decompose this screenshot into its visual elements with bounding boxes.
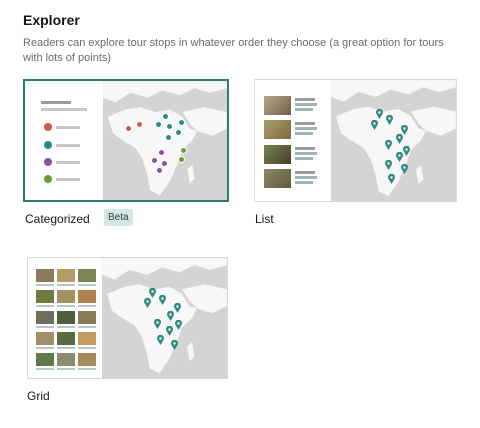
map-marker	[178, 119, 185, 126]
list-thumbnail	[264, 96, 291, 115]
map-marker	[166, 123, 173, 130]
map-marker	[151, 157, 158, 164]
map-pin-icon	[175, 320, 182, 330]
map-pin-icon	[154, 319, 161, 329]
grid-thumbnail	[78, 332, 96, 345]
map-marker	[178, 156, 185, 163]
map-pin-icon	[386, 115, 393, 125]
map-pin-icon	[149, 288, 156, 298]
grid-thumbnail	[78, 353, 96, 366]
map-preview	[103, 81, 227, 200]
grid-thumbnail	[78, 311, 96, 324]
layout-option-list[interactable]	[254, 79, 457, 202]
list-panel	[255, 80, 330, 201]
map-pin-icon	[385, 140, 392, 150]
grid-thumbnail	[78, 290, 96, 303]
grid-thumbnail	[78, 269, 96, 282]
map-pin-icon	[174, 303, 181, 313]
grid-thumbnail	[57, 332, 75, 345]
map-marker	[161, 160, 168, 167]
map-marker	[156, 167, 163, 174]
grid-thumbnail	[57, 311, 75, 324]
option-label-list: List	[255, 212, 274, 226]
map-pin-icon	[403, 146, 410, 156]
grid-thumbnail	[36, 311, 54, 324]
map-pin-icon	[385, 160, 392, 170]
list-thumbnail	[264, 169, 291, 188]
map-pin-icon	[401, 164, 408, 174]
map-pin-icon	[166, 326, 173, 336]
map-pin-icon	[396, 134, 403, 144]
grid-thumbnail	[36, 269, 54, 282]
map-marker	[125, 125, 132, 132]
map-pin-icon	[144, 298, 151, 308]
map-marker	[136, 121, 143, 128]
grid-thumbnail	[57, 353, 75, 366]
beta-badge: Beta	[104, 209, 133, 226]
section-description: Readers can explore tour stops in whatev…	[23, 37, 444, 64]
list-thumbnail	[264, 145, 291, 164]
category-panel	[25, 81, 103, 200]
map-marker	[155, 121, 162, 128]
map-pin-icon	[171, 340, 178, 350]
category-marker-green	[44, 175, 52, 183]
map-marker	[165, 134, 172, 141]
map-pin-icon	[159, 295, 166, 305]
category-marker-purple	[44, 158, 52, 166]
grid-thumbnail	[57, 269, 75, 282]
map-pin-icon	[396, 152, 403, 162]
layout-option-categorized[interactable]	[23, 79, 229, 202]
map-pin-icon	[371, 120, 378, 130]
option-label-grid: Grid	[27, 389, 50, 403]
map-marker	[158, 149, 165, 156]
option-label-categorized: Categorized	[25, 212, 90, 226]
map-pin-icon	[157, 335, 164, 345]
category-marker-red	[44, 123, 52, 131]
grid-thumbnail	[36, 332, 54, 345]
map-pin-icon	[388, 174, 395, 184]
grid-panel	[28, 258, 101, 378]
map-pin-icon	[167, 311, 174, 321]
grid-thumbnail	[57, 290, 75, 303]
list-thumbnail	[264, 120, 291, 139]
map-marker	[175, 129, 182, 136]
map-marker	[162, 113, 169, 120]
map-pin-icon	[376, 109, 383, 119]
grid-thumbnail	[36, 290, 54, 303]
map-marker	[180, 147, 187, 154]
grid-thumbnail	[36, 353, 54, 366]
category-marker-teal	[44, 141, 52, 149]
section-title: Explorer	[23, 12, 80, 28]
map-preview	[102, 258, 227, 378]
layout-option-grid[interactable]	[27, 257, 228, 379]
